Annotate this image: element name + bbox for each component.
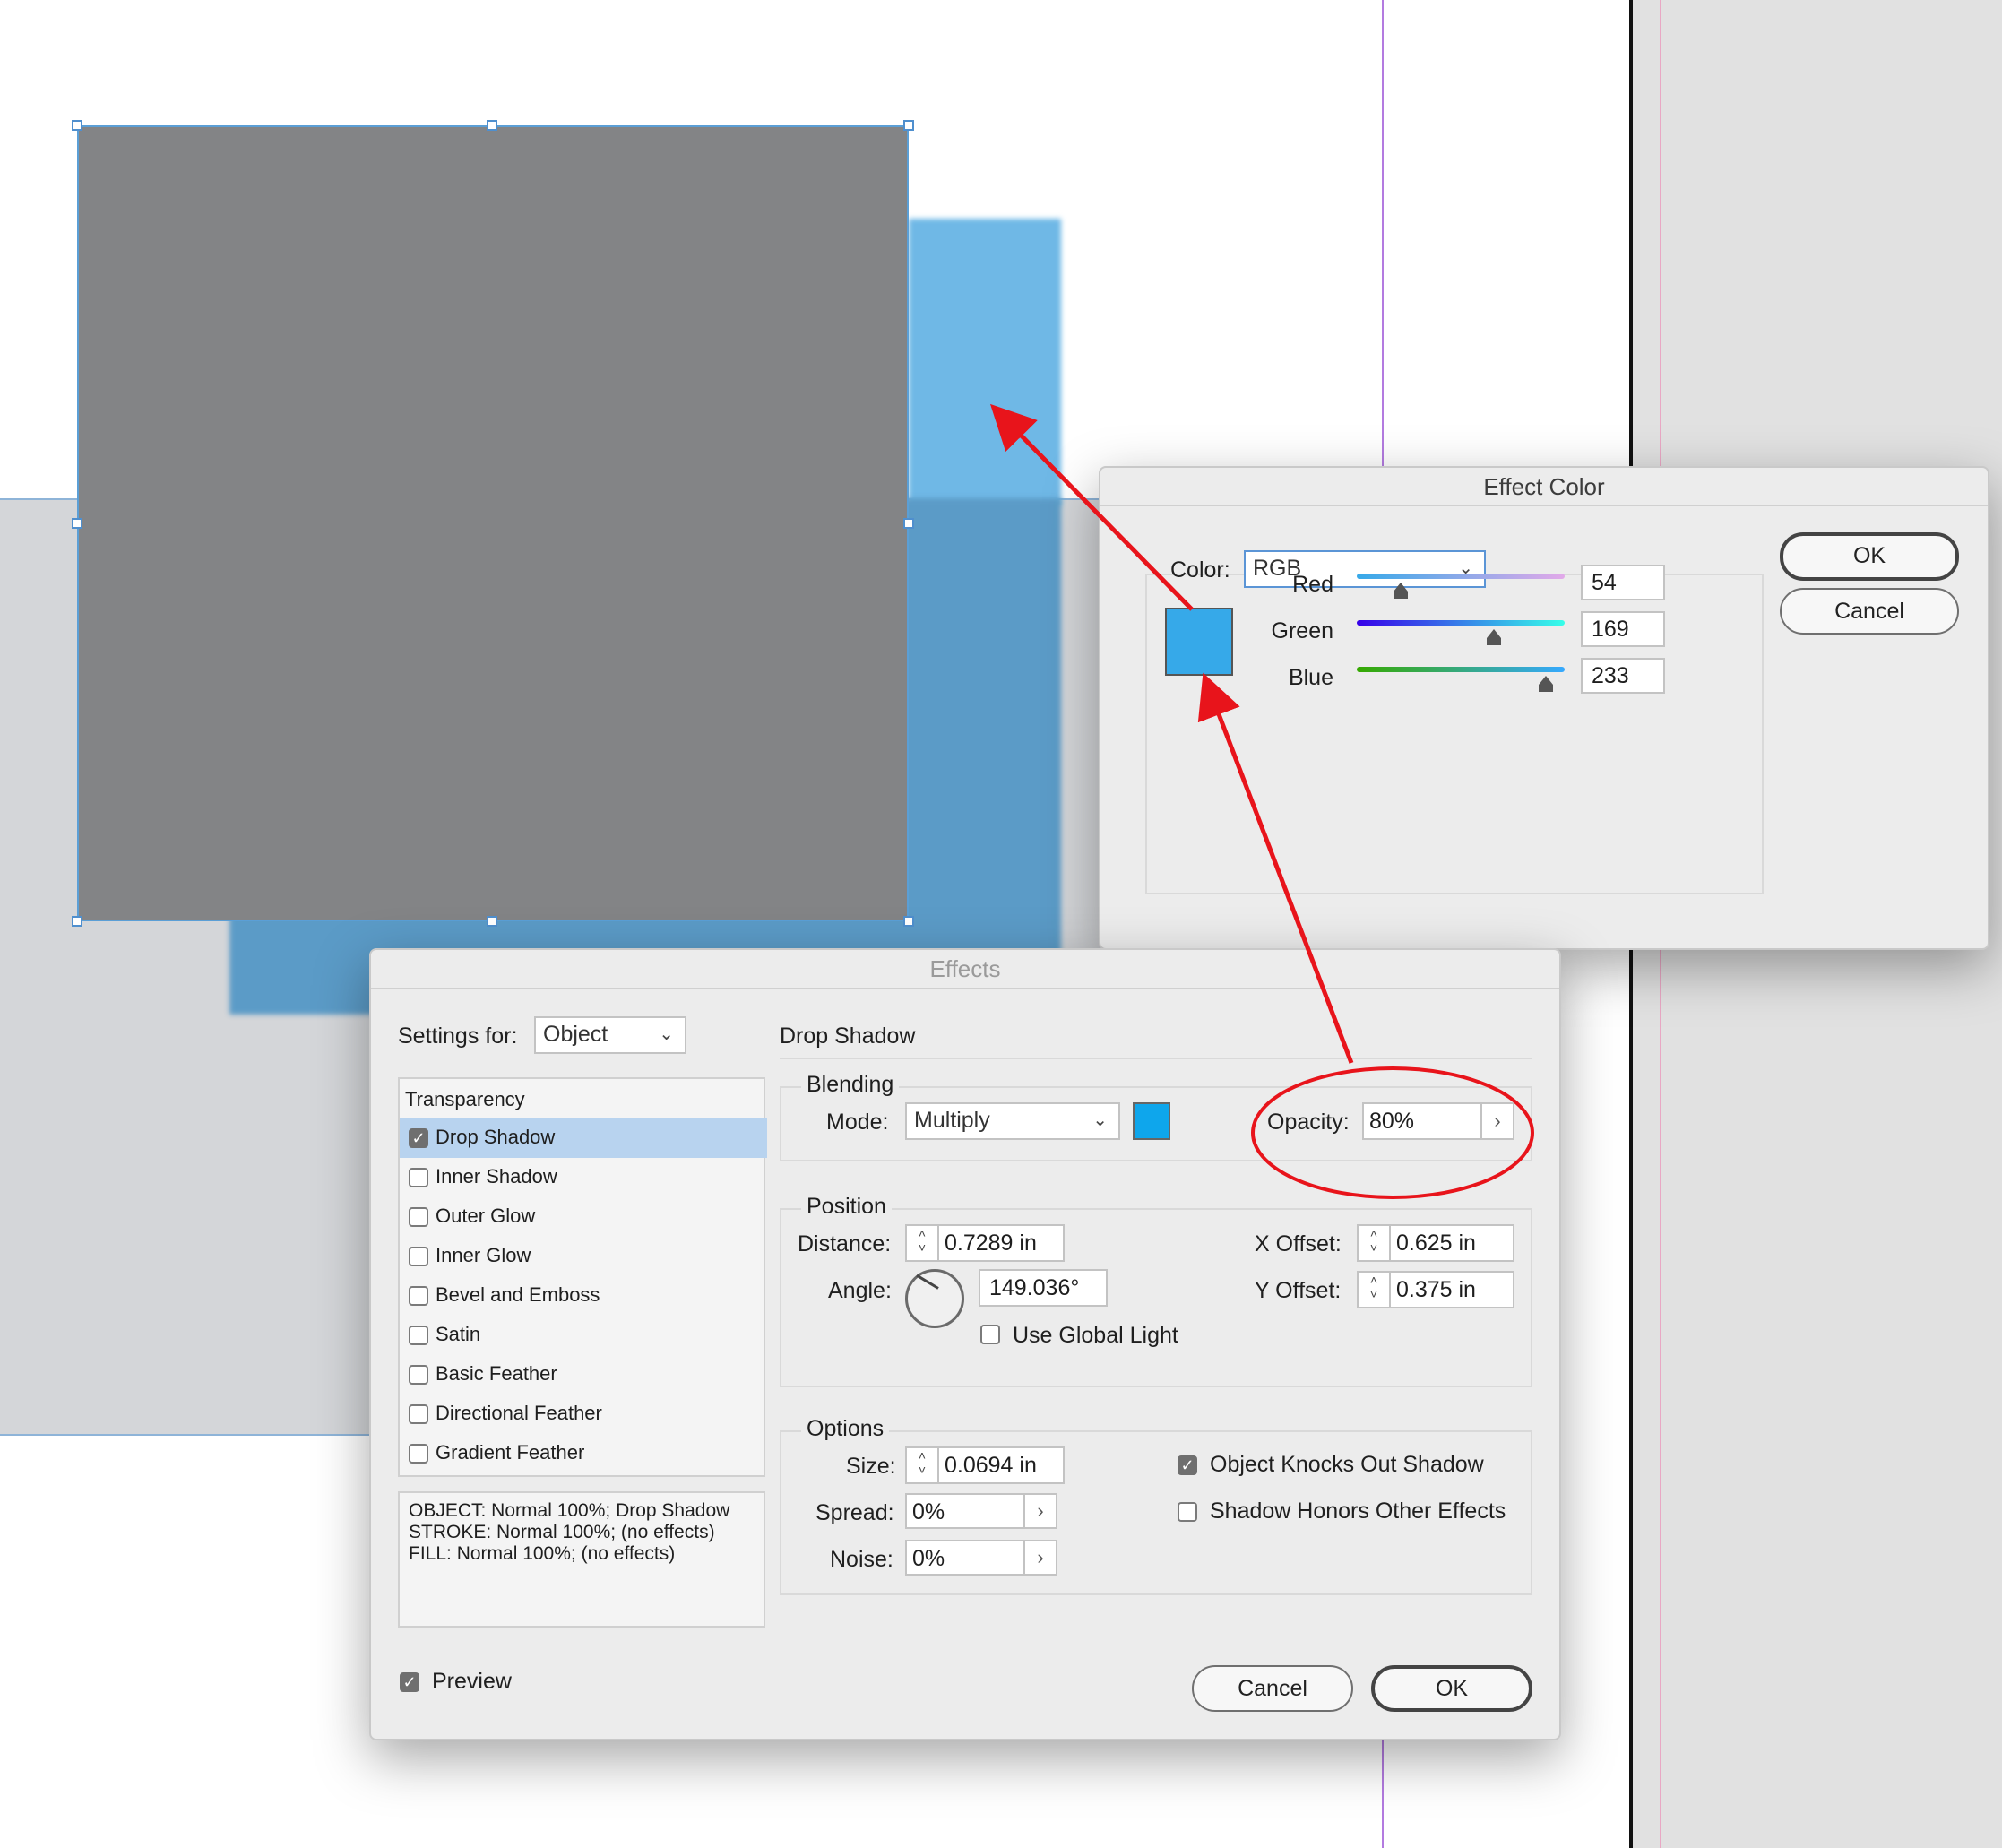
annotation-circle (1251, 1066, 1534, 1199)
annotation-arrow (989, 403, 1194, 611)
annotation-layer (989, 403, 1534, 1199)
annotation-arrow (1197, 672, 1354, 1064)
